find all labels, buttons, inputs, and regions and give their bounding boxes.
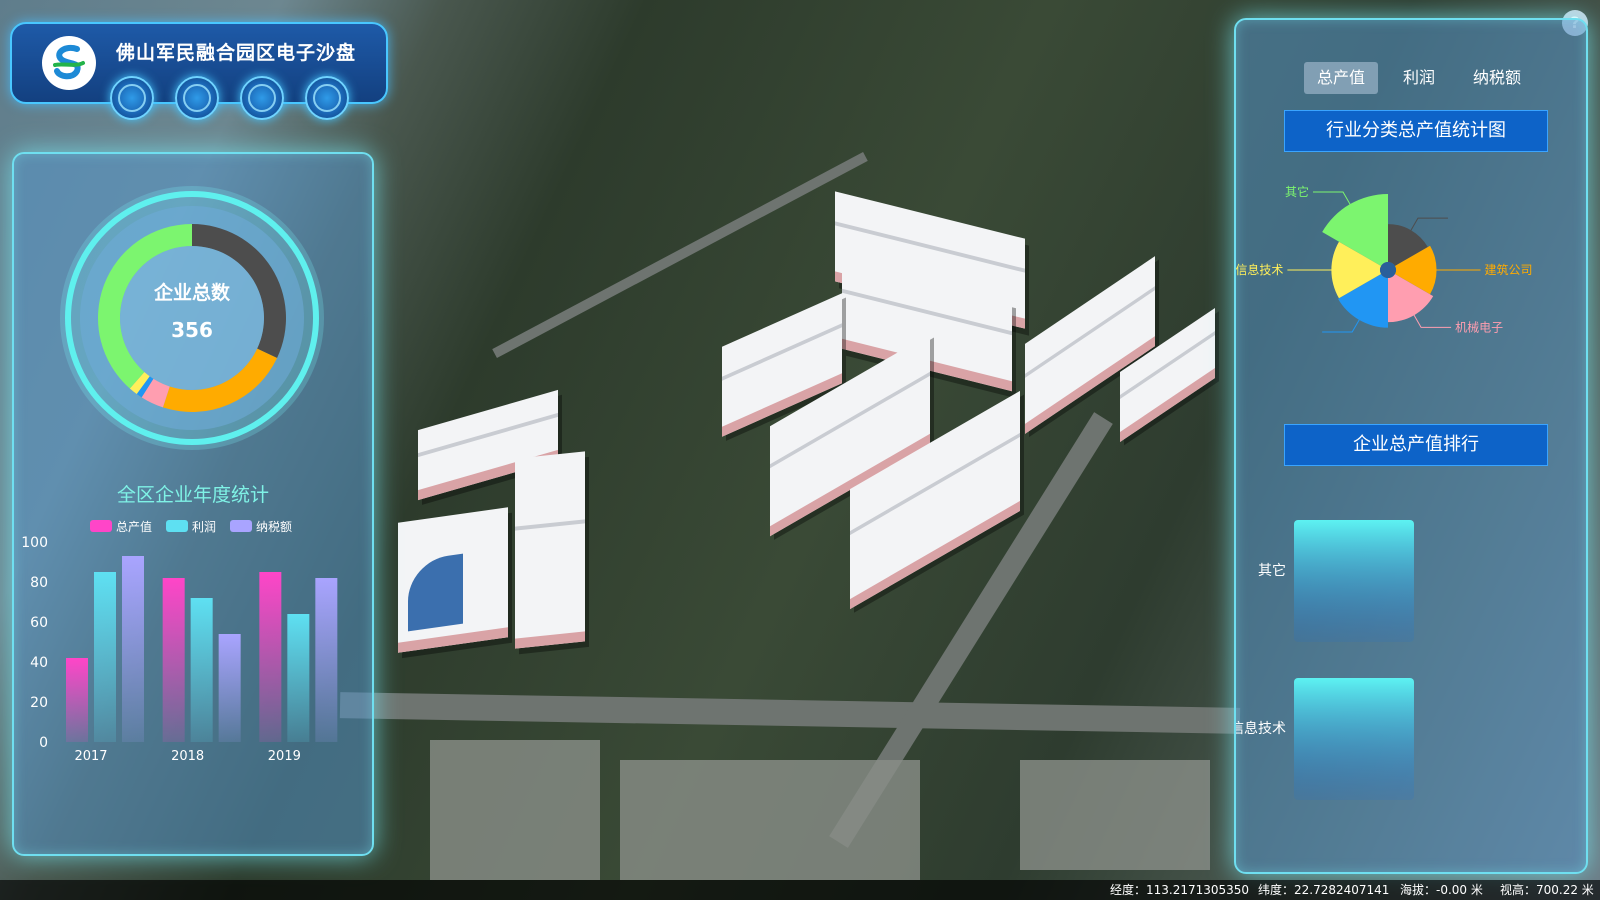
donut-label: 企业总数	[153, 282, 230, 304]
annual-bar-chart: 0 20 40 60 80 100 2017 2018 2019	[21, 535, 338, 764]
rose-center	[1380, 262, 1396, 278]
bar-2017-2	[122, 556, 144, 742]
rank-bar-1	[1294, 678, 1414, 800]
app-logo	[42, 36, 96, 90]
altitude-readout: 海拔：-0.00 米	[1400, 883, 1483, 897]
nav-button-2[interactable]	[175, 76, 219, 120]
x-tick-label: 2019	[268, 749, 301, 764]
ring-icon	[183, 84, 211, 112]
legend-label: 纳税额	[256, 519, 293, 534]
tab-tax[interactable]: 纳税额	[1460, 62, 1534, 94]
output-ranking-chart: 其它信息技术	[1236, 520, 1414, 800]
status-bar: 经度：113.2171305350 纬度：22.7282407141 海拔：-0…	[0, 880, 1600, 900]
legend-label: 总产值	[116, 519, 153, 534]
ring-icon	[248, 84, 276, 112]
bar-2019-0	[259, 572, 282, 742]
rose-slice-label: 信息技术	[1236, 262, 1283, 277]
bar-2017-0	[66, 658, 88, 742]
legend-label: 利润	[192, 519, 217, 534]
y-tick-label: 0	[39, 735, 48, 751]
tab-output[interactable]: 总产值	[1304, 62, 1378, 94]
donut-value: 356	[171, 318, 213, 342]
page-title: 佛山军民融合园区电子沙盘	[116, 42, 357, 64]
map-building[interactable]	[398, 507, 508, 653]
bar-2019-1	[287, 614, 310, 742]
map-building[interactable]	[515, 451, 585, 649]
rose-slice-label: 建筑公司	[1485, 262, 1533, 277]
legend-swatch	[166, 520, 189, 532]
bar-2018-1	[190, 598, 213, 742]
latitude-readout: 纬度：22.7282407141	[1258, 883, 1390, 897]
view-height-readout: 视高：700.22 米	[1500, 883, 1594, 897]
rank-label: 其它	[1258, 562, 1286, 579]
bar-2018-2	[218, 634, 241, 742]
rank-chart-title: 企业总产值排行	[1284, 424, 1548, 466]
x-tick-label: 2017	[74, 749, 107, 764]
map-road	[339, 692, 1241, 734]
pie-chart-title: 行业分类总产值统计图	[1284, 110, 1548, 152]
map-lot	[1020, 760, 1210, 870]
y-tick-label: 40	[30, 655, 48, 671]
metric-tabs: 总产值 利润 纳税额	[1304, 62, 1534, 94]
y-tick-label: 100	[21, 535, 48, 551]
longitude-readout: 经度：113.2171305350	[1110, 883, 1250, 897]
y-tick-label: 80	[30, 575, 48, 591]
legend-item-0[interactable]: 总产值	[90, 518, 152, 534]
bar-2019-2	[315, 578, 338, 742]
x-tick-label: 2018	[171, 749, 204, 764]
tab-profit[interactable]: 利润	[1382, 62, 1456, 94]
rank-bar-0	[1294, 520, 1414, 642]
legend-swatch	[90, 520, 112, 532]
nav-button-4[interactable]	[305, 76, 349, 120]
bar-chart-legend: 总产值 利润 纳税额	[90, 518, 292, 534]
bar-2018-0	[162, 578, 185, 742]
nav-button-1[interactable]	[110, 76, 154, 120]
y-tick-label: 20	[30, 695, 48, 711]
industry-rose-chart: 其它建筑公司机械电子 信息技术	[1236, 184, 1533, 334]
rose-slice-label: 机械电子	[1455, 319, 1503, 334]
right-panel: 总产值 利润 纳税额 行业分类总产值统计图 其它 建筑公司 机械电子 信息技术 企业总…	[1234, 18, 1588, 874]
ring-icon	[118, 84, 146, 112]
legend-item-2[interactable]: 纳税额	[230, 518, 292, 534]
map-lot	[620, 760, 920, 880]
legend-item-1[interactable]: 利润	[166, 518, 216, 534]
building-facade-mark	[408, 553, 463, 632]
map-lot	[430, 740, 600, 880]
bar-2017-1	[94, 572, 116, 742]
left-panel: 企业总数 356 全区企业年度统计 总产值 利润 纳税额 0 20 40 60 80 100 2…	[12, 152, 374, 856]
nav-button-3[interactable]	[240, 76, 284, 120]
legend-swatch	[230, 520, 253, 532]
rose-slice-label: 其它	[1285, 184, 1309, 199]
enterprise-donut-chart: 企业总数 356	[56, 182, 328, 454]
bar-chart-title: 全区企业年度统计	[116, 484, 269, 506]
rank-label: 信息技术	[1236, 720, 1286, 737]
y-tick-label: 60	[30, 615, 48, 631]
ring-icon	[313, 84, 341, 112]
